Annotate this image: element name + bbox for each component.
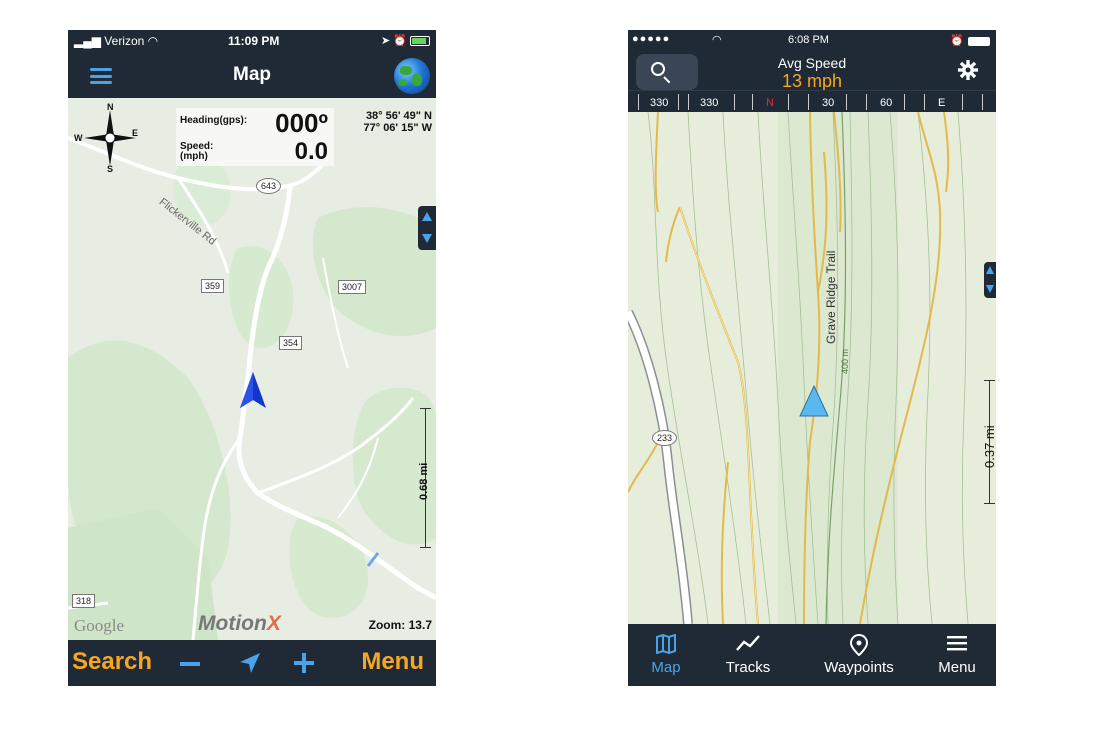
trail-map-screen: ●●●●● ◠ 6:08 PM ⏰ Avg Speed 13 mph 330 3… (628, 30, 996, 686)
position-arrow-icon (240, 372, 266, 408)
map-base (68, 98, 436, 640)
search-button[interactable]: Search (72, 648, 152, 676)
tab-label: Tracks (725, 659, 771, 676)
scale-label: 0.37 mi (982, 425, 996, 468)
map-view[interactable]: N S W E Heading(gps): 000º Speed: (mph) 0… (68, 98, 436, 640)
zoom-level: Zoom: 13.7 (368, 618, 432, 632)
battery-icon (410, 36, 430, 47)
compass-w: W (74, 133, 83, 143)
battery-icon (968, 36, 990, 46)
google-attribution: Google (74, 616, 125, 635)
bottom-toolbar: Search Menu (68, 640, 436, 686)
status-icons: ⏰ (950, 34, 990, 47)
wifi-icon: ◠ (712, 34, 722, 46)
compass-rose-icon: N S W E (74, 102, 140, 174)
trail-name-label: Grave Ridge Trail (824, 250, 838, 344)
clock: 11:09 PM (228, 34, 280, 48)
scale-bar: 0.37 mi (982, 380, 996, 504)
road-shield-643: 643 (256, 178, 282, 194)
signal-dots-icon: ●●●●● (632, 33, 671, 45)
heading-tick-label: 330 (650, 97, 669, 109)
compass-s: S (107, 164, 114, 174)
map-icon (656, 634, 676, 654)
map-base (628, 112, 996, 624)
top-bar: Map (68, 52, 436, 98)
compass-e: E (132, 128, 139, 138)
panel-toggle-tab[interactable] (418, 206, 436, 250)
tab-waypoints[interactable]: Waypoints (804, 624, 914, 686)
elevation-label: 400 m (840, 348, 850, 374)
tab-bar: Map Tracks Waypoints Menu (628, 624, 996, 686)
scale-bar: 0.68 mi (418, 408, 432, 548)
heading-label: Heading(gps): (180, 115, 248, 126)
road-shield-359: 359 (201, 279, 225, 293)
avg-speed-label: Avg Speed (777, 55, 847, 71)
position-arrow-icon (799, 384, 829, 417)
scale-label: 0.68 mi (418, 462, 430, 500)
heading-value: 000º (275, 108, 328, 138)
speed-value: 0.0 (294, 138, 328, 165)
status-icons: ➤ ⏰ (381, 34, 430, 47)
tab-label: Waypoints (824, 659, 894, 676)
zoom-in-button[interactable] (294, 653, 314, 673)
tab-map[interactable]: Map (628, 624, 704, 686)
avg-speed-value: 13 mph (781, 71, 843, 91)
panel-toggle-tab[interactable] (984, 262, 996, 298)
waypoint-pin-icon (850, 634, 868, 656)
arrow-down-icon (422, 234, 432, 243)
map-view[interactable]: Grave Ridge Trail 400 m 233 0.37 mi (628, 112, 996, 624)
arrow-up-icon (986, 266, 994, 274)
arrow-up-icon (422, 212, 432, 221)
road-shield-318: 318 (72, 594, 96, 608)
heading-north-label: N (766, 97, 774, 109)
tracks-icon (736, 635, 760, 651)
heading-tick-label: 60 (880, 97, 893, 109)
motionx-map-screen: ▂▄▆ Verizon ◠ 11:09 PM ➤ ⏰ Map N S W E H… (68, 30, 436, 686)
longitude: 77° 06' 15" W (363, 122, 433, 134)
arrow-down-icon (986, 285, 994, 293)
gear-icon[interactable] (958, 60, 978, 80)
heading-tick-label: 30 (822, 97, 835, 109)
compass-heading-strip: 330 330 N 30 60 E (628, 90, 996, 112)
latitude: 38° 56' 49" N (365, 110, 432, 122)
compass-rose-graphic (84, 110, 136, 166)
tab-tracks[interactable]: Tracks (704, 624, 792, 686)
heading-tick-label: E (938, 97, 946, 109)
coordinates: 38° 56' 49" N 77° 06' 15" W (364, 110, 433, 134)
speed-label-line2: (mph) (180, 151, 208, 162)
road-shield-354: 354 (279, 336, 303, 350)
tab-menu[interactable]: Menu (918, 624, 996, 686)
status-bar: ▂▄▆ Verizon ◠ 11:09 PM ➤ ⏰ (68, 30, 436, 52)
road-shield-3007: 3007 (338, 280, 367, 294)
top-bar: Avg Speed 13 mph (628, 50, 996, 91)
globe-icon[interactable] (394, 58, 430, 94)
compass-n: N (107, 102, 114, 112)
menu-icon (947, 636, 967, 651)
clock: 6:08 PM (788, 34, 829, 46)
zoom-out-button[interactable] (180, 662, 200, 666)
page-title: Map (233, 64, 271, 85)
status-bar: ●●●●● ◠ 6:08 PM ⏰ (628, 30, 996, 50)
locate-arrow-icon[interactable] (238, 651, 262, 675)
carrier-label: ▂▄▆ Verizon ◠ (74, 34, 159, 48)
tab-label: Map (651, 659, 681, 676)
heading-tick-label: 330 (700, 97, 719, 109)
speed-label: Speed: (mph) (180, 142, 213, 162)
tab-label: Menu (938, 659, 976, 676)
menu-button[interactable]: Menu (361, 648, 424, 676)
road-shield-233: 233 (652, 430, 678, 446)
gps-info-panel: Heading(gps): 000º Speed: (mph) 0.0 (176, 108, 334, 166)
motionx-logo: MotionX (198, 612, 281, 635)
